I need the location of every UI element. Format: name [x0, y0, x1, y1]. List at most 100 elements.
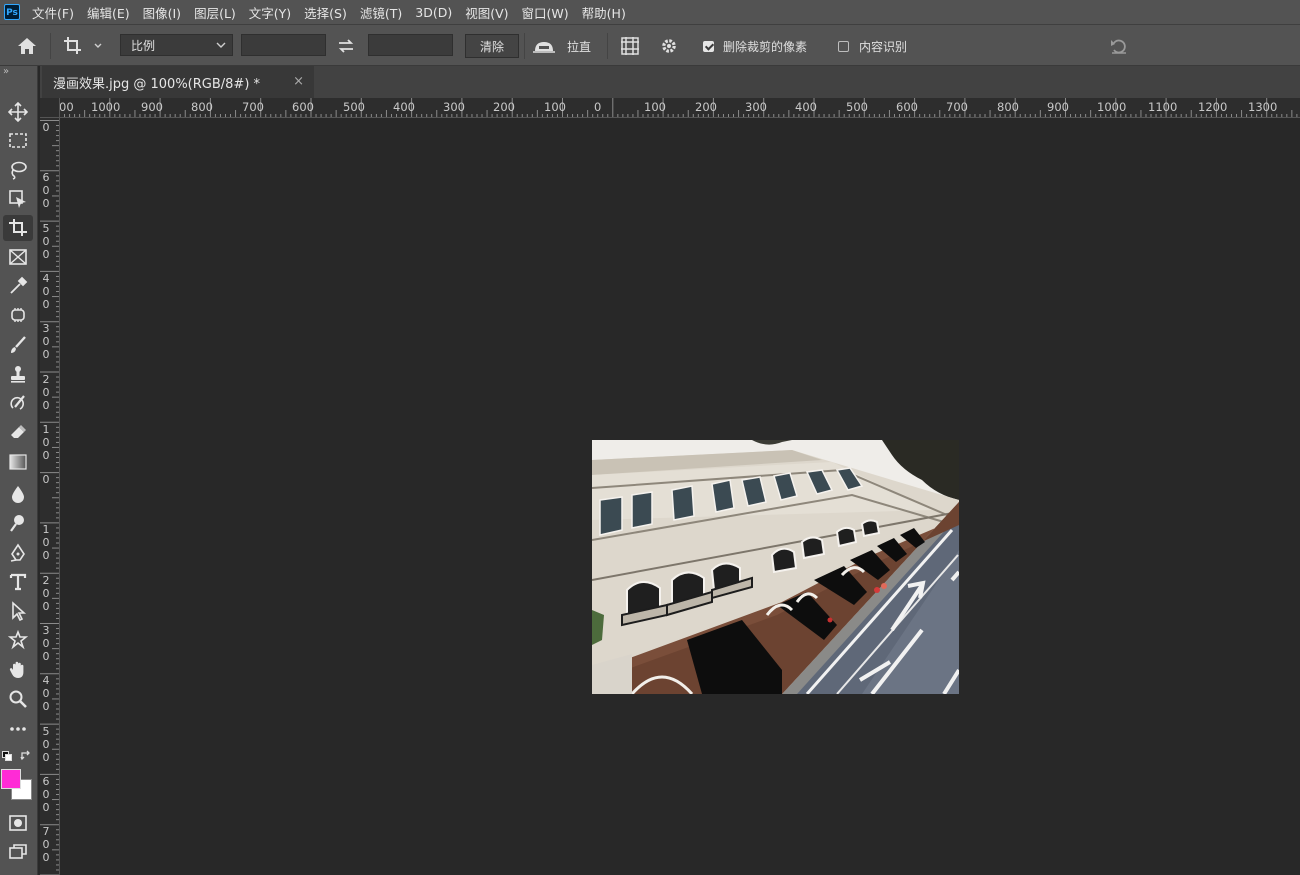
ruler-left-label: 400 — [42, 271, 50, 311]
delete-cropped-pixels-option[interactable]: 删除裁剪的像素 — [703, 35, 807, 57]
ruler-top-label: 600 — [896, 100, 918, 114]
brush-tool-icon[interactable] — [3, 332, 33, 358]
ruler-left-label: 300 — [42, 624, 50, 663]
healing-brush-tool-icon[interactable] — [3, 302, 33, 328]
quick-mask-icon[interactable] — [3, 810, 33, 836]
crop-height-field[interactable] — [368, 34, 453, 56]
ruler-top-label: 600 — [292, 100, 314, 114]
chevron-down-icon — [216, 42, 226, 48]
ruler-top-label: 0 — [594, 100, 602, 114]
ruler-top-label: 900 — [141, 100, 163, 114]
reset-crop-icon[interactable] — [1106, 35, 1132, 57]
swap-colors-icon[interactable] — [20, 750, 32, 762]
path-selection-tool-icon[interactable] — [3, 598, 33, 624]
document-tab-title: 漫画效果.jpg @ 100%(RGB/8#) * — [53, 76, 261, 92]
content-aware-option[interactable]: 内容识别 — [838, 35, 907, 57]
ruler-top-label: 500 — [846, 100, 868, 114]
ratio-select-value: 比例 — [131, 38, 156, 53]
ruler-top-label: 500 — [343, 100, 365, 114]
custom-shape-tool-icon[interactable] — [3, 627, 33, 653]
overlay-grid-icon[interactable] — [617, 35, 643, 57]
default-colors-icon[interactable] — [2, 750, 12, 761]
type-tool-icon[interactable] — [3, 569, 33, 595]
blur-tool-icon[interactable] — [3, 481, 33, 507]
close-tab-icon[interactable]: × — [293, 74, 304, 89]
document-tab[interactable]: 漫画效果.jpg @ 100%(RGB/8#) * × — [42, 66, 314, 98]
ruler-top-label: 1200 — [1198, 100, 1228, 114]
settings-gear-icon[interactable] — [656, 35, 682, 57]
ruler-left-label: 0 — [42, 473, 50, 487]
menu-image[interactable]: 图像(I) — [143, 3, 181, 22]
straighten-button[interactable]: 拉直 — [532, 34, 602, 58]
document-tab-bar: 漫画效果.jpg @ 100%(RGB/8#) * × — [40, 66, 1300, 98]
ruler-origin[interactable] — [40, 98, 60, 118]
marquee-tool-icon[interactable] — [3, 128, 33, 154]
tools-panel: » — [0, 66, 38, 875]
object-select-tool-icon[interactable] — [3, 186, 33, 212]
ruler-left-label: 200 — [42, 573, 50, 613]
ratio-select[interactable]: 比例 — [120, 34, 233, 56]
ruler-left-label: 500 — [42, 221, 50, 261]
frame-tool-icon[interactable] — [3, 244, 33, 270]
vertical-ruler[interactable]: 0 600 500 400 300 200 100 0 100 200 300 400 500 600 70… — [40, 118, 60, 875]
menu-window[interactable]: 窗口(W) — [522, 3, 569, 22]
ruler-top-label: 200 — [493, 100, 515, 114]
clone-stamp-tool-icon[interactable] — [3, 361, 33, 387]
menu-3d[interactable]: 3D(D) — [415, 5, 452, 20]
menu-type[interactable]: 文字(Y) — [249, 3, 291, 22]
ruler-top-label: 800 — [997, 100, 1019, 114]
collapse-panel-icon[interactable]: » — [3, 66, 9, 77]
horizontal-ruler[interactable]: 00 1000 900 800 700 600 500 400 300 200 … — [60, 98, 1300, 118]
crop-tool-icon[interactable] — [3, 215, 33, 241]
ruler-left-label: 600 — [42, 774, 50, 814]
ruler-left-label: 500 — [42, 724, 50, 764]
crop-tool-preset-icon[interactable] — [60, 34, 106, 58]
content-aware-label: 内容识别 — [859, 39, 908, 54]
canvas-area[interactable] — [60, 118, 1300, 875]
delete-cropped-checkbox[interactable] — [703, 40, 714, 52]
hand-tool-icon[interactable] — [3, 657, 33, 683]
move-tool-icon[interactable] — [3, 99, 33, 125]
menu-bar: Ps 文件(F) 编辑(E) 图像(I) 图层(L) 文字(Y) 选择(S) 滤… — [0, 0, 1300, 24]
ruler-top-label: 300 — [443, 100, 465, 114]
delete-cropped-label: 删除裁剪的像素 — [723, 39, 808, 54]
eyedropper-tool-icon[interactable] — [3, 273, 33, 299]
home-icon[interactable] — [14, 35, 40, 57]
foreground-color-swatch[interactable] — [1, 769, 21, 789]
menu-view[interactable]: 视图(V) — [465, 3, 508, 22]
ruler-top-label: 400 — [393, 100, 415, 114]
menu-edit[interactable]: 编辑(E) — [87, 3, 130, 22]
ruler-top-label: 100 — [644, 100, 666, 114]
ruler-top-label: 100 — [544, 100, 566, 114]
ruler-top-label: 1300 — [1248, 100, 1278, 114]
ruler-top-label: 700 — [242, 100, 264, 114]
ruler-top-label: 1100 — [1148, 100, 1178, 114]
eraser-tool-icon[interactable] — [3, 419, 33, 445]
ruler-top-label: 800 — [191, 100, 213, 114]
menu-layer[interactable]: 图层(L) — [194, 3, 236, 22]
menu-select[interactable]: 选择(S) — [304, 3, 347, 22]
ruler-left-label: 400 — [42, 674, 50, 714]
document-image[interactable] — [592, 440, 959, 694]
menu-help[interactable]: 帮助(H) — [582, 3, 626, 22]
history-brush-tool-icon[interactable] — [3, 390, 33, 416]
ruler-top-label: 400 — [795, 100, 817, 114]
ruler-top-label: 1000 — [91, 100, 121, 114]
more-tools-icon[interactable] — [3, 716, 33, 742]
clear-button[interactable]: 清除 — [465, 34, 519, 58]
pen-tool-icon[interactable] — [3, 540, 33, 566]
menu-file[interactable]: 文件(F) — [32, 3, 74, 22]
crop-width-field[interactable] — [241, 34, 326, 56]
content-aware-checkbox[interactable] — [838, 40, 849, 52]
dodge-tool-icon[interactable] — [3, 510, 33, 536]
zoom-tool-icon[interactable] — [3, 686, 33, 712]
screen-mode-icon[interactable] — [3, 839, 33, 865]
menu-filter[interactable]: 滤镜(T) — [360, 3, 402, 22]
ruler-left-label: 600 — [42, 171, 50, 211]
ruler-left-label: 300 — [42, 322, 50, 362]
gradient-tool-icon[interactable] — [3, 449, 33, 475]
options-bar: 比例 清除 拉直 删除裁剪的像素 内容识别 — [0, 24, 1300, 66]
lasso-tool-icon[interactable] — [3, 157, 33, 183]
swap-dimensions-icon[interactable] — [334, 35, 358, 57]
ruler-top-label: 900 — [1047, 100, 1069, 114]
